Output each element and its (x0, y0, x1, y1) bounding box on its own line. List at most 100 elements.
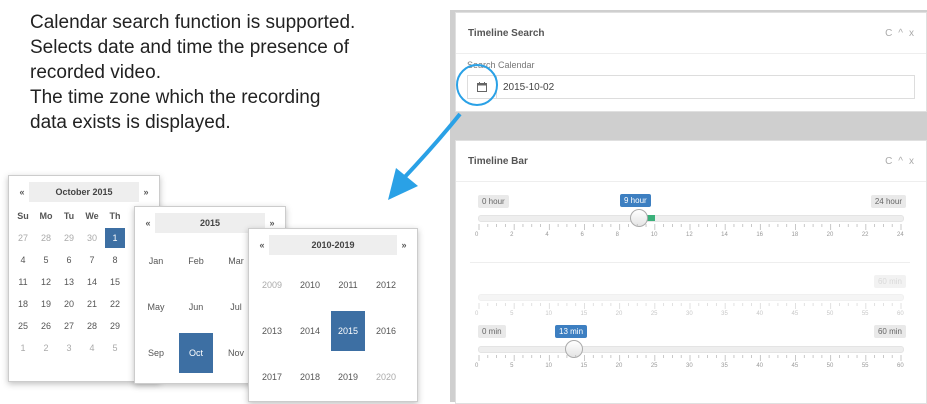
month-cell[interactable]: Sep (139, 333, 173, 373)
tick-label: 8 (615, 232, 619, 238)
year-cell[interactable]: 2020 (369, 357, 403, 397)
panel-header: Timeline Bar C ^ x (456, 141, 926, 182)
day-cell[interactable]: 3 (59, 338, 79, 358)
day-cell[interactable]: 13 (59, 272, 79, 292)
tick-label: 20 (615, 363, 623, 369)
search-calendar-value[interactable]: 2015-10-02 (497, 82, 554, 93)
hour-track[interactable] (478, 215, 904, 222)
panel-controls: C ^ x (885, 156, 914, 167)
tick-label: 5 (510, 363, 514, 369)
prev-decade-button[interactable]: « (255, 240, 269, 250)
search-calendar-field[interactable]: 2015-10-02 (467, 75, 915, 99)
year-cell[interactable]: 2018 (293, 357, 327, 397)
next-month-button[interactable]: » (139, 187, 153, 197)
tick-label: 60 (897, 311, 904, 317)
minute-track[interactable] (478, 346, 904, 353)
day-cell[interactable]: 27 (59, 316, 79, 336)
year-cell[interactable]: 2013 (255, 311, 289, 351)
day-cell[interactable]: 11 (13, 272, 33, 292)
day-cell[interactable]: 28 (82, 316, 102, 336)
day-cell[interactable]: 26 (36, 316, 56, 336)
month-cell[interactable]: Feb (179, 241, 213, 281)
refresh-icon[interactable]: C (885, 28, 892, 39)
tick-label: 35 (721, 311, 728, 317)
year-cell[interactable]: 2012 (369, 265, 403, 305)
day-cell[interactable]: 1 (105, 228, 125, 248)
day-cell[interactable]: 6 (59, 250, 79, 270)
prev-year-button[interactable]: « (141, 218, 155, 228)
year-cell[interactable]: 2009 (255, 265, 289, 305)
tick-label: 20 (615, 311, 623, 317)
day-cell[interactable]: 19 (36, 294, 56, 314)
intro-line: recorded video. (30, 62, 161, 83)
year-cell[interactable]: 2010 (293, 265, 327, 305)
next-year-button[interactable]: » (265, 218, 279, 228)
weekday-label: Su (17, 211, 29, 221)
next-decade-button[interactable]: » (397, 240, 411, 250)
year-cell[interactable]: 2011 (331, 265, 365, 305)
year-cell[interactable]: 2017 (255, 357, 289, 397)
day-cell[interactable]: 4 (13, 250, 33, 270)
intro-line: Calendar search function is supported. (30, 12, 356, 33)
year-cell[interactable]: 2016 (369, 311, 403, 351)
day-cell[interactable]: 20 (59, 294, 79, 314)
year-cell[interactable]: 2019 (331, 357, 365, 397)
day-cell[interactable]: 7 (82, 250, 102, 270)
day-cell[interactable]: 12 (36, 272, 56, 292)
minute-slider-inactive: 60 min 0 5 10 15 20 25 30 35 40 45 50 55 60 (470, 272, 910, 322)
decade-title[interactable]: 2010-2019 (269, 235, 397, 255)
day-cell[interactable]: 25 (13, 316, 33, 336)
day-cell[interactable]: 29 (59, 228, 79, 248)
minute-track[interactable] (478, 294, 904, 301)
close-icon[interactable]: x (909, 28, 914, 39)
tick-label: 15 (580, 311, 588, 317)
day-cell[interactable]: 4 (82, 338, 102, 358)
day-cell[interactable]: 29 (105, 316, 125, 336)
weekday-label: We (85, 211, 99, 221)
day-cell[interactable]: 1 (13, 338, 33, 358)
hour-value-label: 9 hour (620, 194, 651, 207)
close-icon[interactable]: x (909, 156, 914, 167)
refresh-icon[interactable]: C (885, 156, 892, 167)
collapse-icon[interactable]: ^ (898, 156, 903, 167)
tick-label: 16 (756, 232, 764, 238)
hour-slider: 0 hour 9 hour 24 hour 0 2 4 6 8 10 12 14 16 18 20 2… (470, 192, 910, 252)
prev-month-button[interactable]: « (15, 187, 29, 197)
day-cell[interactable]: 27 (13, 228, 33, 248)
hour-min-label: 0 hour (478, 195, 509, 208)
month-cell[interactable]: Jun (179, 287, 213, 327)
day-cell[interactable]: 21 (82, 294, 102, 314)
month-cell[interactable]: May (139, 287, 173, 327)
day-cell[interactable]: 2 (36, 338, 56, 358)
tick-label: 0 (475, 311, 479, 317)
day-cell[interactable]: 14 (82, 272, 102, 292)
month-title[interactable]: October 2015 (29, 182, 139, 202)
month-cell[interactable]: Jan (139, 241, 173, 281)
year-picker-header: « 2010-2019 » (255, 235, 411, 255)
tick-label: 60 (897, 363, 904, 369)
day-cell[interactable]: 18 (13, 294, 33, 314)
divider (470, 262, 910, 263)
panel-controls: C ^ x (885, 28, 914, 39)
tick-label: 14 (721, 232, 728, 238)
day-cell[interactable]: 28 (36, 228, 56, 248)
day-cell[interactable]: 5 (36, 250, 56, 270)
tick-label: 35 (721, 363, 728, 369)
day-cell[interactable]: 5 (105, 338, 125, 358)
hour-range-fill (647, 215, 655, 221)
minute-ticks (478, 303, 902, 309)
tick-label: 55 (861, 363, 869, 369)
tick-label: 25 (650, 311, 658, 317)
day-cell[interactable]: 30 (82, 228, 102, 248)
day-cell[interactable]: 8 (105, 250, 125, 270)
tick-label: 30 (686, 311, 693, 317)
minute-max-label: 60 min (873, 275, 906, 288)
intro-line: Selects date and time the presence of (30, 37, 349, 58)
collapse-icon[interactable]: ^ (898, 28, 903, 39)
year-cell[interactable]: 2015 (331, 311, 365, 351)
year-cell[interactable]: 2014 (293, 311, 327, 351)
day-cell[interactable]: 22 (105, 294, 125, 314)
month-cell[interactable]: Oct (179, 333, 213, 373)
day-cell[interactable]: 15 (105, 272, 125, 292)
timeline-search-panel: Timeline Search C ^ x Search Calendar 20… (455, 12, 927, 112)
